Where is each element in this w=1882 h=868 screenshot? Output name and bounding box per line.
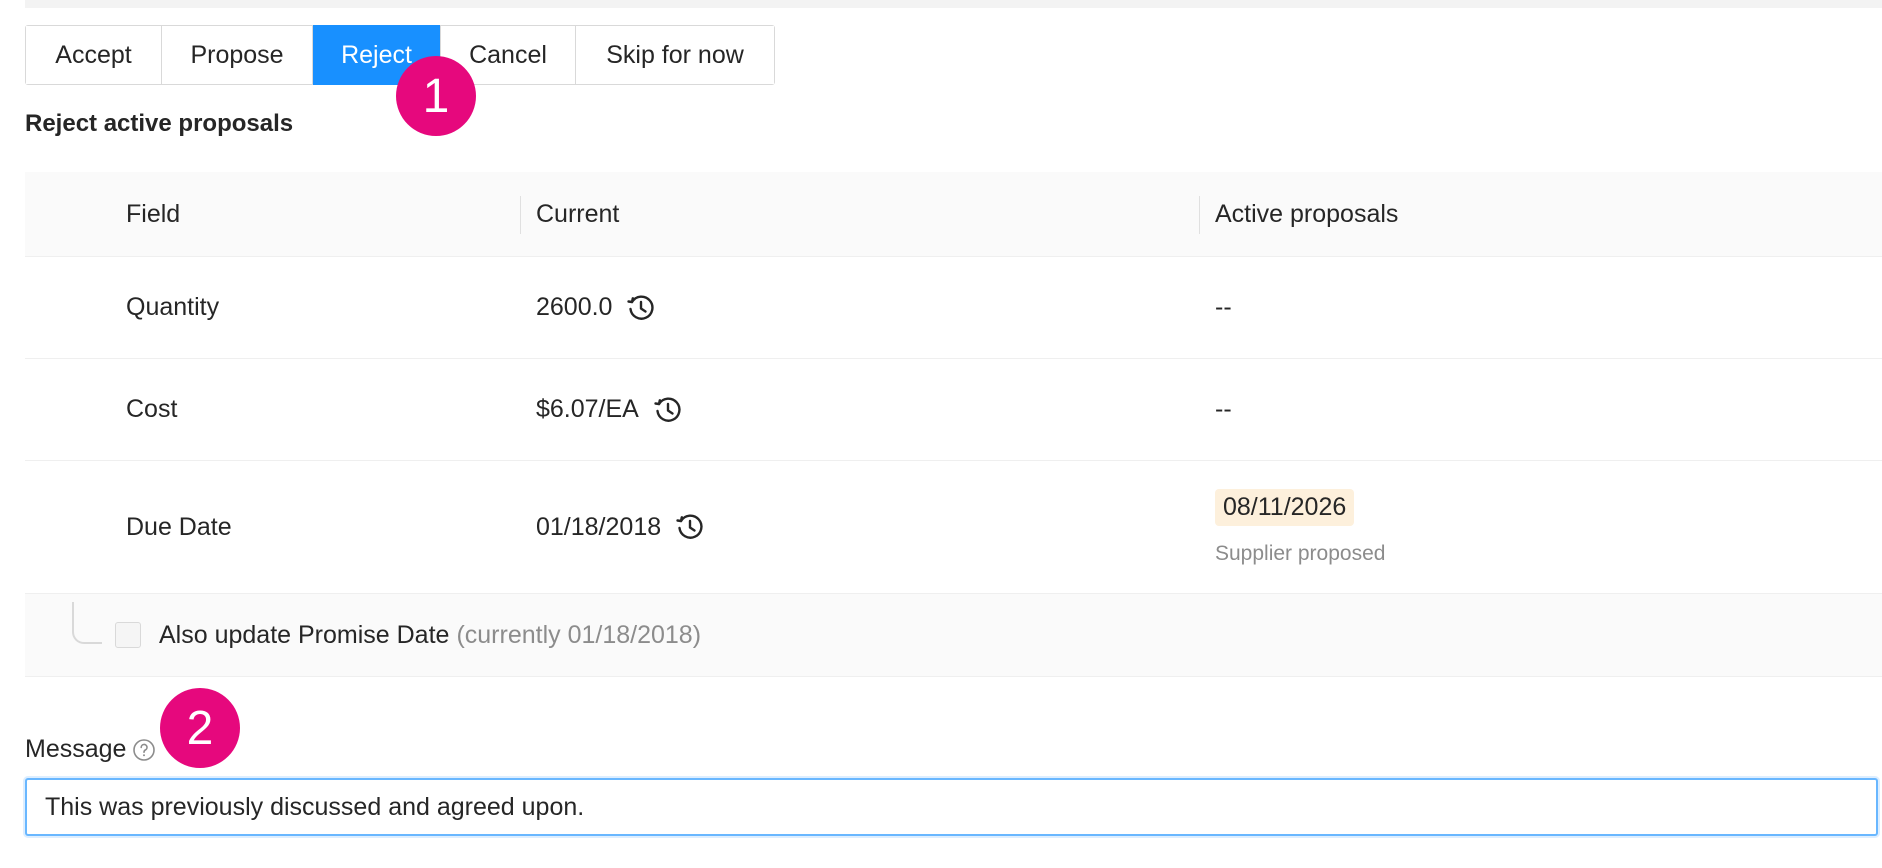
header-field: Field [126,199,181,228]
table-row-cost: Cost $6.07/EA -- [25,359,1882,461]
reject-proposals-panel: Accept Propose Reject Cancel Skip for no… [0,0,1882,868]
promise-date-current-note: (currently 01/18/2018) [456,620,702,649]
history-clock-icon[interactable] [653,395,683,425]
table-header: Field Current Active proposals [25,172,1882,257]
active-proposal-value: -- [1215,293,1232,321]
message-input[interactable] [25,778,1878,836]
proposed-date-chip: 08/11/2026 [1215,488,1355,526]
header-active-proposals: Active proposals [1215,199,1399,228]
promise-date-option-row: Also update Promise Date (currently 01/1… [25,594,1882,677]
field-label: Quantity [126,293,220,321]
promise-date-label-text: Also update Promise Date [159,620,450,649]
skip-for-now-button[interactable]: Skip for now [576,26,774,84]
tree-connector [72,602,102,644]
table-row-quantity: Quantity 2600.0 -- [25,257,1882,359]
current-value: 2600.0 [536,257,656,358]
step-marker-1: 1 [396,56,476,136]
accept-button[interactable]: Accept [26,26,162,84]
top-divider [25,0,1882,8]
current-value-text: 01/18/2018 [536,512,662,541]
current-value: 01/18/2018 [536,461,705,593]
active-proposal-value: 08/11/2026 Supplier proposed [1215,461,1385,593]
step-marker-2: 2 [160,688,240,768]
question-circle-icon[interactable] [132,738,156,762]
current-value-text: 2600.0 [536,293,613,321]
message-label: Message [25,735,156,764]
history-clock-icon[interactable] [675,512,705,542]
field-label: Cost [126,395,178,423]
current-value: $6.07/EA [536,359,683,460]
column-divider [520,196,521,234]
field-label: Due Date [126,512,232,541]
proposal-source-note: Supplier proposed [1215,541,1386,565]
active-proposal-value: -- [1215,395,1232,423]
section-title: Reject active proposals [25,110,294,137]
table-row-due-date: Due Date 01/18/2018 08/11/2026 Supplier … [25,461,1882,594]
column-divider [1199,196,1200,234]
update-promise-date-checkbox[interactable] [115,622,141,648]
message-label-text: Message [25,735,127,763]
current-value-text: $6.07/EA [536,395,639,423]
header-current: Current [536,199,620,228]
history-clock-icon[interactable] [626,293,656,323]
promise-date-label[interactable]: Also update Promise Date (currently 01/1… [159,594,701,676]
propose-button[interactable]: Propose [162,26,313,84]
proposals-table: Field Current Active proposals Quantity … [25,172,1882,677]
